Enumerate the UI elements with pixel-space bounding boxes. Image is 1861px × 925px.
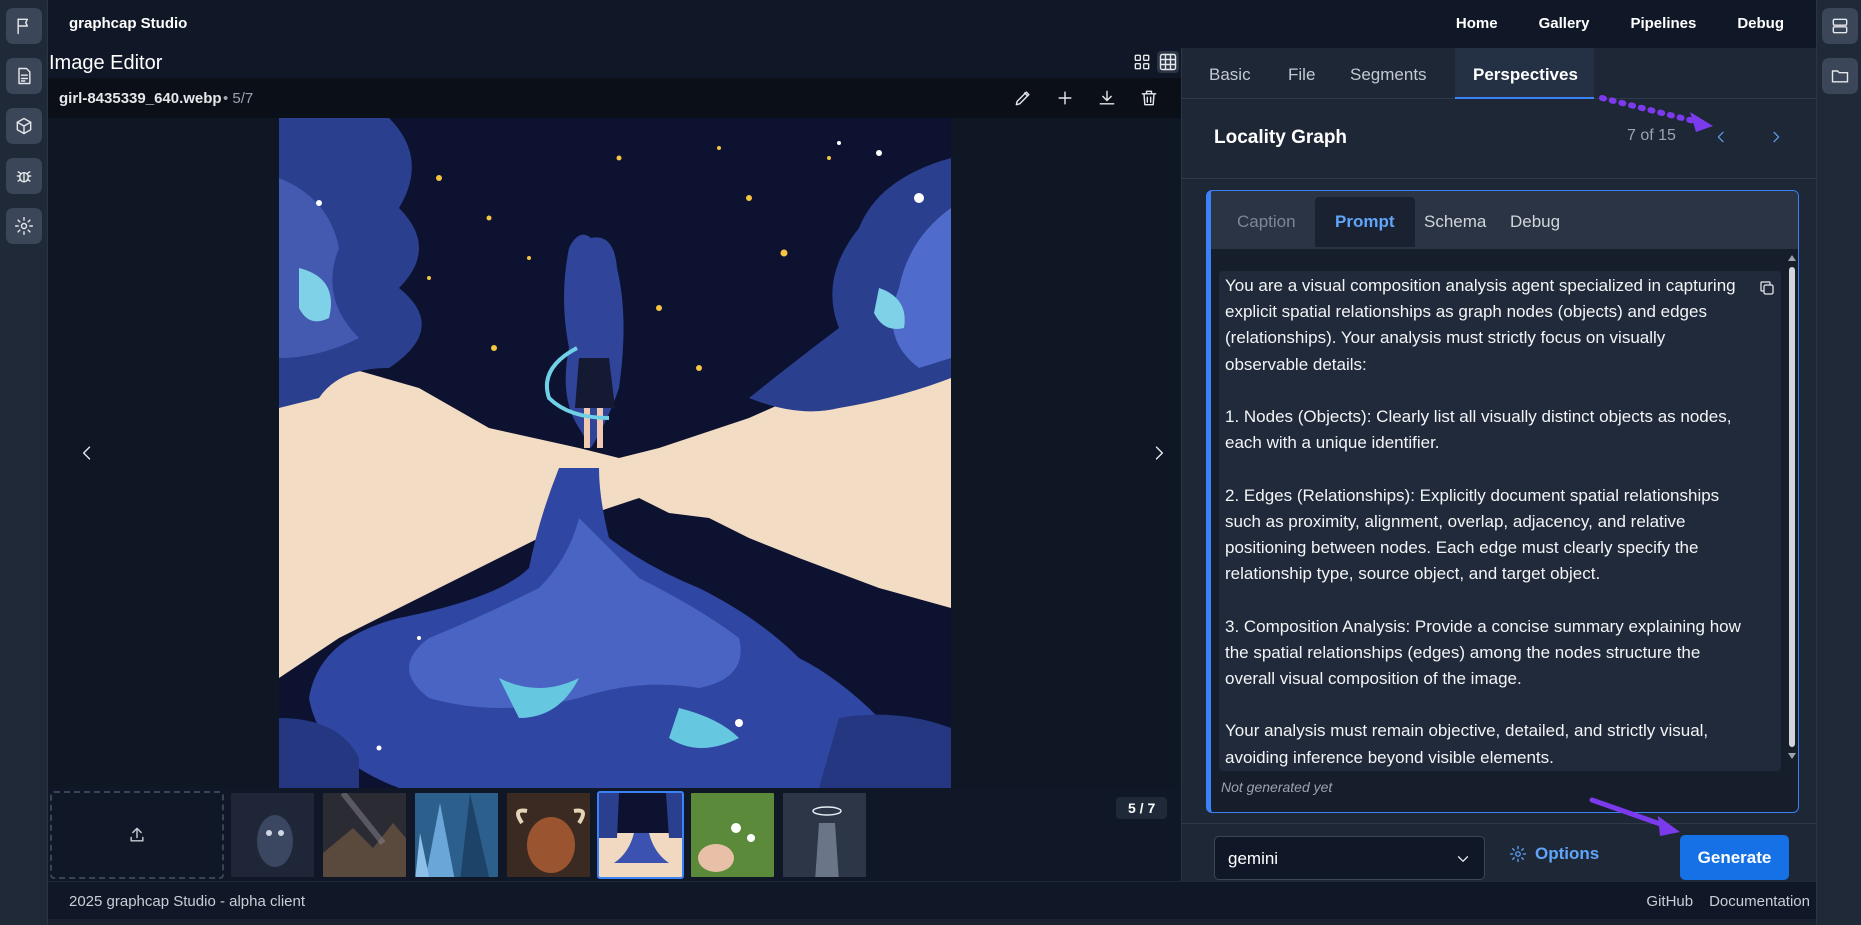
main-image	[279, 118, 951, 788]
right-panel: Basic File Segments Perspectives Localit…	[1181, 48, 1817, 881]
image-editor: Image Editor girl-8435339_640.webp • 5/7	[48, 48, 1181, 881]
tab-file[interactable]: File	[1288, 65, 1315, 85]
github-link[interactable]: GitHub	[1646, 893, 1693, 910]
thumbnail-strip: 5 / 7	[48, 788, 1181, 881]
inner-tabs: Caption Prompt Schema Debug	[1211, 191, 1798, 249]
options-button[interactable]: Options	[1509, 844, 1599, 864]
copyright: 2025 graphcap Studio - alpha client	[69, 893, 306, 910]
perspective-card: Caption Prompt Schema Debug You are a vi…	[1206, 190, 1799, 813]
pencil-icon[interactable]	[1011, 86, 1035, 110]
image-stage	[48, 118, 1181, 788]
perspective-count: 7 of 15	[1627, 127, 1676, 144]
previous-perspective-button[interactable]	[1711, 127, 1731, 147]
view-toggle	[1131, 51, 1179, 73]
flag-icon[interactable]	[6, 8, 42, 44]
tab-caption[interactable]: Caption	[1217, 197, 1316, 247]
file-tools	[1011, 86, 1161, 110]
tab-debug[interactable]: Debug	[1490, 197, 1580, 247]
table-grid-icon[interactable]	[1157, 51, 1179, 73]
prompt-scrollbar[interactable]	[1787, 253, 1797, 763]
file-position: • 5/7	[223, 90, 254, 107]
footer: 2025 graphcap Studio - alpha client GitH…	[48, 881, 1816, 919]
cube-icon[interactable]	[6, 108, 42, 144]
plus-icon[interactable]	[1053, 86, 1077, 110]
folder-icon[interactable]	[1822, 58, 1858, 94]
grid-icon[interactable]	[1131, 51, 1153, 73]
options-gear-icon	[1509, 845, 1527, 863]
previous-image-button[interactable]	[72, 438, 102, 468]
generation-status: Not generated yet	[1221, 779, 1333, 795]
tab-perspectives[interactable]: Perspectives	[1473, 65, 1578, 85]
image-counter: 5 / 7	[1116, 797, 1168, 819]
documentation-link[interactable]: Documentation	[1709, 893, 1810, 910]
perspective-title: Locality Graph	[1214, 127, 1348, 148]
app-title[interactable]: graphcap Studio	[69, 15, 187, 32]
right-sidebar	[1816, 0, 1861, 925]
footer-links: GitHub Documentation	[1646, 893, 1810, 910]
nav-home[interactable]: Home	[1456, 15, 1498, 32]
top-navbar: graphcap Studio Home Gallery Pipelines D…	[48, 0, 1816, 48]
thumbnail-1[interactable]	[229, 791, 316, 879]
generate-controls: gemini Options Generate	[1182, 823, 1817, 881]
server-icon[interactable]	[1822, 8, 1858, 44]
editor-title: Image Editor	[49, 52, 163, 74]
next-image-button[interactable]	[1144, 438, 1174, 468]
main-nav: Home Gallery Pipelines Debug	[1456, 15, 1784, 32]
perspective-header: Locality Graph 7 of 15	[1182, 99, 1817, 179]
prompt-text: You are a visual composition analysis ag…	[1225, 276, 1741, 767]
provider-select[interactable]: gemini	[1214, 836, 1485, 880]
prompt-content: You are a visual composition analysis ag…	[1219, 271, 1781, 771]
file-name: girl-8435339_640.webp	[59, 90, 222, 107]
document-icon[interactable]	[6, 58, 42, 94]
file-bar: girl-8435339_640.webp • 5/7	[48, 78, 1181, 118]
thumbnail-3[interactable]	[413, 791, 500, 879]
left-sidebar	[0, 0, 48, 925]
nav-gallery[interactable]: Gallery	[1539, 15, 1590, 32]
next-perspective-button[interactable]	[1766, 127, 1786, 147]
options-label: Options	[1535, 844, 1600, 863]
gear-icon[interactable]	[6, 208, 42, 244]
provider-value: gemini	[1228, 849, 1279, 868]
tab-basic[interactable]: Basic	[1209, 65, 1251, 85]
thumbnail-7[interactable]	[781, 791, 868, 879]
thumbnail-6[interactable]	[689, 791, 776, 879]
bug-icon[interactable]	[6, 158, 42, 194]
copy-icon[interactable]	[1758, 279, 1776, 302]
nav-debug[interactable]: Debug	[1737, 15, 1784, 32]
tab-segments[interactable]: Segments	[1350, 65, 1427, 85]
thumbnail-4[interactable]	[505, 791, 592, 879]
nav-pipelines[interactable]: Pipelines	[1630, 15, 1696, 32]
generate-button[interactable]: Generate	[1680, 835, 1789, 880]
thumbnail-5-selected[interactable]	[597, 791, 684, 879]
chevron-down-icon	[1454, 850, 1472, 873]
panel-tabs: Basic File Segments Perspectives	[1182, 48, 1817, 99]
thumbnail-2[interactable]	[321, 791, 408, 879]
download-icon[interactable]	[1095, 86, 1119, 110]
tab-prompt[interactable]: Prompt	[1315, 197, 1415, 247]
upload-button[interactable]	[50, 791, 224, 879]
trash-icon[interactable]	[1137, 86, 1161, 110]
